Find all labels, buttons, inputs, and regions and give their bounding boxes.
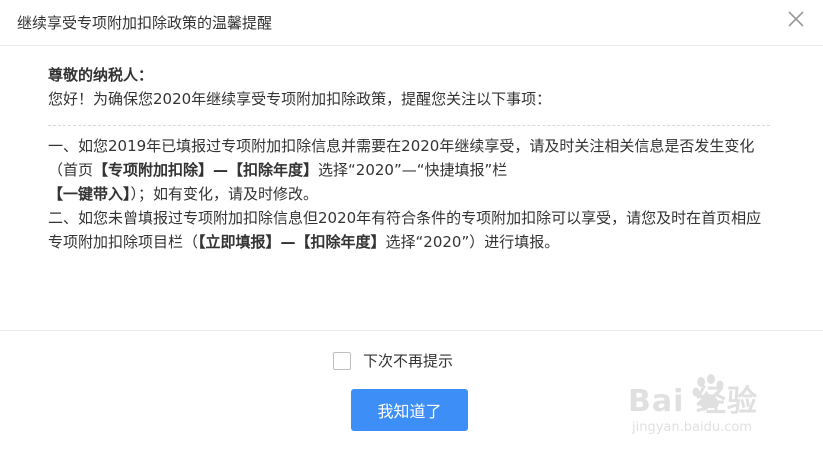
reminder-dialog: 继续享受专项附加扣除政策的温馨提醒 尊敬的纳税人： 您好！为确保您2020年继续… <box>0 0 823 452</box>
notice-1-text-c: ）；如有变化，请及时修改。 <box>130 185 319 203</box>
notice-1-bold-b: 【一键带入】 <box>48 185 131 203</box>
notice-item-1: 一、如您2019年已填报过专项附加扣除信息并需要在2020年继续享受，请及时关注… <box>48 134 776 206</box>
close-icon[interactable] <box>784 7 808 31</box>
notice-1-bold-a: 【专项附加扣除】—【扣除年度】 <box>93 161 319 179</box>
divider <box>48 125 770 126</box>
paw-icon <box>692 374 724 409</box>
intro-text: 您好！为确保您2020年继续享受专项附加扣除政策，提醒您关注以下事项： <box>48 90 552 108</box>
greeting: 尊敬的纳税人： <box>48 66 154 84</box>
baidu-jingyan-watermark: Bai 经验 jingyan.baidu.com <box>628 374 818 446</box>
footer-divider <box>0 330 823 331</box>
notice-2-text-b: 选择“2020”）进行填报。 <box>385 233 560 251</box>
acknowledge-button[interactable]: 我知道了 <box>351 389 468 431</box>
dont-show-again-checkbox[interactable] <box>333 352 351 370</box>
dont-show-again-toggle[interactable]: 下次不再提示 <box>333 350 453 372</box>
message-body: 尊敬的纳税人： 您好！为确保您2020年继续享受专项附加扣除政策，提醒您关注以下… <box>48 63 776 254</box>
notice-item-2: 二、如您未曾填报过专项附加扣除信息但2020年有符合条件的专项附加扣除可以享受，… <box>48 206 776 254</box>
dialog-title: 继续享受专项附加扣除政策的温馨提醒 <box>17 14 273 32</box>
watermark-url: jingyan.baidu.com <box>632 420 752 435</box>
notice-2-bold-a: 【立即填报】—【扣除年度】 <box>198 233 386 251</box>
dont-show-again-label: 下次不再提示 <box>363 352 454 370</box>
notice-1-text-b: 选择“2020”—“快捷填报”栏 <box>318 161 508 179</box>
dialog-header: 继续享受专项附加扣除政策的温馨提醒 <box>0 0 823 46</box>
